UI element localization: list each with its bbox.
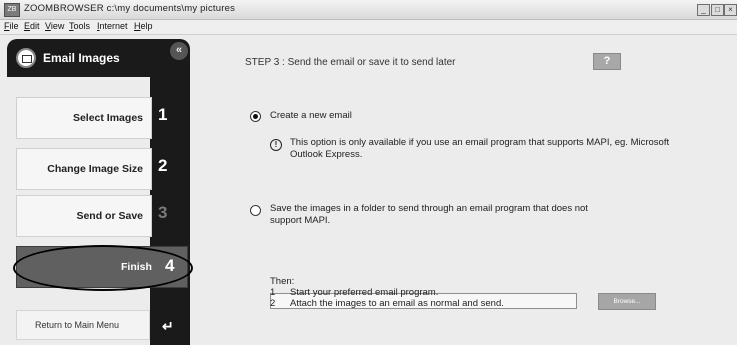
menu-bar: File Edit View Tools Internet Help <box>0 20 737 35</box>
menu-tools[interactable]: Tools <box>69 21 90 31</box>
sidebar-step-select-images[interactable]: Select Images <box>16 97 152 139</box>
email-icon <box>16 48 36 68</box>
step-number-column <box>150 77 190 345</box>
step-label: Select Images <box>72 112 143 124</box>
window-title: ZOOMBROWSER c:\my documents\my pictures <box>24 3 236 14</box>
menu-help[interactable]: Help <box>134 21 153 31</box>
then-step-number: 1 <box>270 287 276 298</box>
help-button[interactable]: ? <box>593 53 621 70</box>
step-number-2: 2 <box>158 156 168 175</box>
browse-button[interactable]: Browse... <box>598 293 656 310</box>
menu-edit[interactable]: Edit <box>24 21 40 31</box>
info-icon: ! <box>270 139 282 151</box>
app-icon: ZB <box>4 3 20 17</box>
close-button[interactable]: × <box>724 4 737 16</box>
highlight-ellipse <box>13 245 193 291</box>
sidebar: Email Images « Select Images 1 Change Im… <box>0 35 200 345</box>
menu-view[interactable]: View <box>45 21 64 31</box>
return-icon[interactable]: ↵ <box>162 318 174 335</box>
return-label: Return to Main Menu <box>35 320 120 330</box>
sidebar-title: Email Images <box>43 51 120 65</box>
sidebar-header: Email Images « <box>7 39 190 77</box>
option-create-email-label[interactable]: Create a new email <box>270 110 352 122</box>
option-save-folder-label[interactable]: Save the images in a folder to send thro… <box>270 203 600 227</box>
then-instructions: Then: 1 Start your preferred email progra… <box>270 276 504 309</box>
step-label: Send or Save <box>76 210 143 222</box>
sidebar-step-change-image-size[interactable]: Change Image Size <box>16 148 152 190</box>
then-step-1: 1 Start your preferred email program. <box>270 287 504 298</box>
then-step-text: Start your preferred email program. <box>290 287 439 298</box>
then-step-2: 2 Attach the images to an email as normal… <box>270 298 504 309</box>
radio-save-folder[interactable] <box>250 205 261 216</box>
collapse-button[interactable]: « <box>170 42 188 60</box>
title-bar: ZB ZOOMBROWSER c:\my documents\my pictur… <box>0 0 737 20</box>
sidebar-step-send-or-save[interactable]: Send or Save <box>16 195 152 237</box>
maximize-button[interactable]: □ <box>711 4 724 16</box>
then-step-number: 2 <box>270 298 276 309</box>
info-text: This option is only available if you use… <box>290 137 670 160</box>
minimize-button[interactable]: _ <box>697 4 710 16</box>
step-heading: STEP 3 : Send the email or save it to se… <box>245 57 456 68</box>
return-to-main-menu-button[interactable]: Return to Main Menu <box>16 310 150 340</box>
step-label: Change Image Size <box>47 163 143 175</box>
radio-create-email[interactable] <box>250 111 261 122</box>
menu-file[interactable]: File <box>4 21 19 31</box>
step-number-1: 1 <box>158 105 168 124</box>
then-label: Then: <box>270 276 295 287</box>
then-step-text: Attach the images to an email as normal … <box>290 298 504 309</box>
menu-internet[interactable]: Internet <box>97 21 128 31</box>
step-number-3: 3 <box>158 203 168 222</box>
